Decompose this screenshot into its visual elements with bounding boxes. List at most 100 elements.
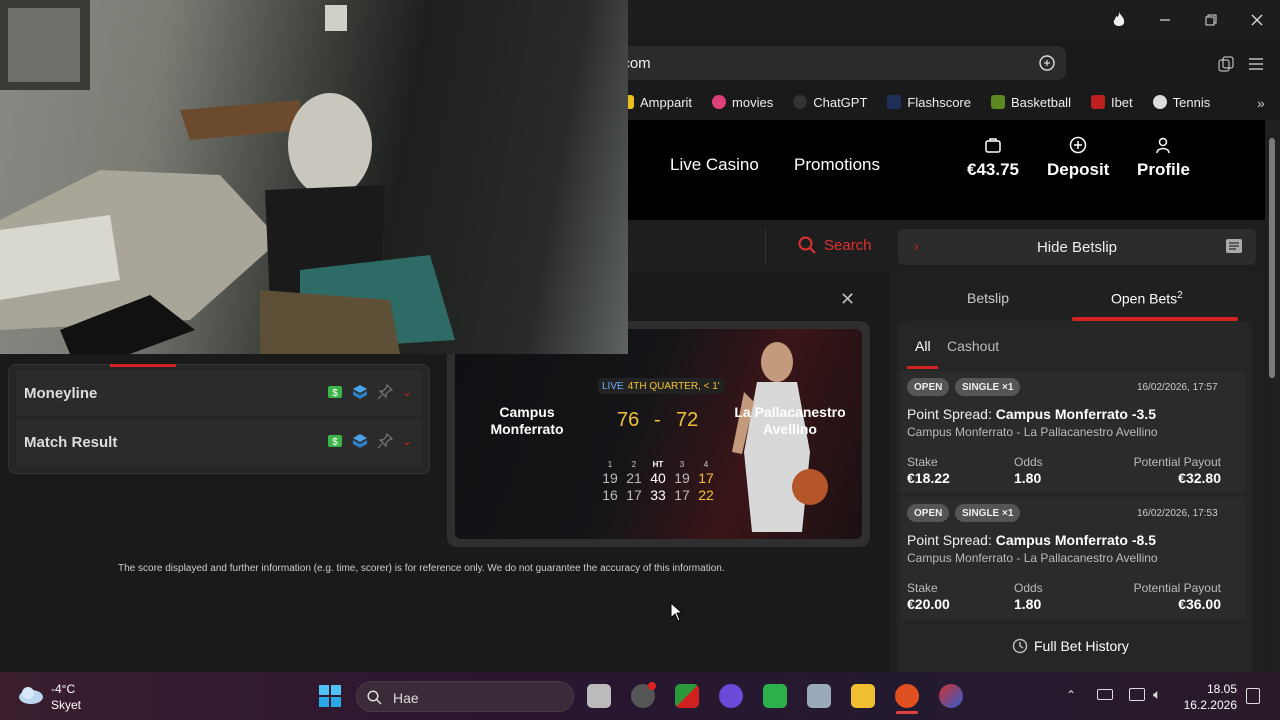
- cashout-icon: $: [327, 435, 342, 448]
- bookmark-tennis[interactable]: Tennis: [1152, 95, 1210, 110]
- deposit-label: Deposit: [1047, 160, 1110, 179]
- odds-label: Odds: [1014, 581, 1043, 595]
- app-icon[interactable]: [675, 684, 699, 708]
- home-period-score: 40: [650, 470, 666, 486]
- keyboard-icon[interactable]: [1097, 689, 1113, 700]
- bookmark-label: movies: [732, 94, 774, 110]
- nav-promotions[interactable]: Promotions: [794, 155, 880, 175]
- minimize-icon[interactable]: [1153, 8, 1177, 32]
- bookmark-flashscore[interactable]: Flashscore: [887, 95, 971, 110]
- stake-value: €20.00: [907, 596, 950, 612]
- bet-title: Point Spread: Campus Monferrato -3.5: [907, 406, 1156, 422]
- ai-chat-icon[interactable]: [1038, 54, 1056, 77]
- address-bar[interactable]: [600, 46, 1066, 80]
- collections-icon[interactable]: [1218, 56, 1234, 77]
- bookmark-chatgpt[interactable]: ChatGPT: [793, 95, 867, 110]
- filter-cashout[interactable]: Cashout: [947, 338, 999, 354]
- full-bet-history-button[interactable]: Full Bet History: [1012, 638, 1129, 654]
- period-label: 2: [631, 460, 637, 469]
- plus-circle-icon: [1069, 136, 1087, 154]
- profile-button[interactable]: Profile: [1137, 136, 1190, 180]
- balance-button[interactable]: €43.75: [967, 136, 1019, 180]
- flashscore-icon: [887, 95, 902, 109]
- full-bet-history-label: Full Bet History: [1034, 638, 1129, 654]
- volume-icon[interactable]: 🔈︎: [1153, 686, 1161, 703]
- home-period-score: 21: [626, 470, 642, 486]
- close-window-icon[interactable]: [1245, 8, 1269, 32]
- wallet-icon: [985, 138, 1001, 153]
- menu-icon[interactable]: [1249, 57, 1263, 75]
- pin-icon[interactable]: [377, 384, 393, 400]
- bookmark-movies[interactable]: movies: [712, 95, 773, 110]
- hide-betslip-button[interactable]: › Hide Betslip: [898, 229, 1256, 265]
- market-row-match-result[interactable]: Match Result $ ⌄: [16, 419, 422, 465]
- taskbar-search[interactable]: Hae: [356, 681, 574, 712]
- bookmark-ibet[interactable]: Ibet: [1090, 94, 1133, 110]
- active-filter-indicator: [907, 366, 938, 369]
- pin-icon[interactable]: [377, 433, 393, 449]
- away-period-score: 22: [698, 487, 714, 503]
- live-status-tag: LIVE 4TH QUARTER, < 1': [598, 378, 724, 394]
- duckduckgo-icon[interactable]: [895, 684, 919, 708]
- bet-event: Campus Monferrato - La Pallacanestro Ave…: [907, 551, 1158, 565]
- system-clock[interactable]: 18.05 16.2.2026: [1184, 681, 1237, 713]
- stake-label: Stake: [907, 455, 938, 469]
- bookmark-label: Flashscore: [907, 94, 971, 110]
- bookmark-basketball[interactable]: Basketball: [990, 95, 1071, 110]
- bookmark-label: Ibet: [1110, 94, 1133, 110]
- period-label: 3: [679, 460, 685, 469]
- notifications-icon[interactable]: [1246, 688, 1260, 704]
- odds-value: 1.80: [1014, 470, 1042, 486]
- media-app-icon[interactable]: [719, 684, 743, 708]
- bet-builder-icon: [352, 385, 367, 399]
- home-score: 76: [617, 409, 640, 431]
- flame-icon[interactable]: [1107, 8, 1131, 32]
- windows-start-icon[interactable]: [318, 684, 342, 708]
- tab-open-bets-label: Open Bets: [1111, 290, 1178, 307]
- status-badge: OPEN: [907, 504, 950, 522]
- bookmark-ampparit[interactable]: Ampparit: [620, 95, 692, 110]
- weather-cloud-icon[interactable]: [17, 684, 45, 706]
- market-label: Moneyline: [24, 385, 98, 402]
- filter-all[interactable]: All: [915, 338, 931, 354]
- svg-text:$: $: [332, 437, 338, 448]
- task-view-icon[interactable]: [587, 684, 611, 708]
- bet-type-badge: SINGLE ×1: [955, 378, 1021, 396]
- search-button[interactable]: Search: [798, 236, 872, 254]
- market-row-moneyline[interactable]: Moneyline $ ⌄: [16, 370, 422, 416]
- history-icon: [1012, 638, 1028, 654]
- bet-title: Point Spread: Campus Monferrato -8.5: [907, 532, 1156, 548]
- chevron-right-double-icon[interactable]: »: [1257, 95, 1265, 111]
- tab-open-bets[interactable]: Open Bets2: [1111, 290, 1183, 307]
- game-status: 4TH QUARTER, < 1': [627, 380, 720, 392]
- away-period-score: 16: [602, 487, 618, 503]
- browser-app-icon[interactable]: [939, 684, 963, 708]
- bookmark-label: ChatGPT: [813, 94, 868, 110]
- payout-value: €36.00: [1178, 596, 1221, 612]
- clock-date: 16.2.2026: [1183, 698, 1237, 712]
- period-label: 1: [607, 460, 613, 469]
- chevron-down-icon[interactable]: ⌄: [402, 434, 412, 448]
- network-icon[interactable]: [1129, 688, 1145, 701]
- tab-betslip[interactable]: Betslip: [967, 290, 1009, 306]
- scrollbar-thumb[interactable]: [1269, 138, 1275, 378]
- payout-value: €32.80: [1178, 470, 1221, 486]
- file-explorer-icon[interactable]: [851, 684, 875, 708]
- search-label: Search: [824, 236, 872, 254]
- restore-icon[interactable]: [1199, 8, 1223, 32]
- search-icon: [798, 236, 816, 254]
- chevron-up-icon[interactable]: ⌃: [1066, 688, 1076, 702]
- away-period-score: 33: [650, 487, 666, 503]
- balance-value: €43.75: [967, 160, 1019, 179]
- deposit-button[interactable]: Deposit: [1047, 136, 1109, 180]
- payout-label: Potential Payout: [1133, 581, 1221, 595]
- chevron-down-icon[interactable]: ⌄: [402, 385, 412, 399]
- close-icon[interactable]: ✕: [840, 289, 855, 310]
- home-period-score: 17: [698, 470, 714, 486]
- market-label: Match Result: [24, 434, 118, 451]
- sheets-icon[interactable]: [763, 684, 787, 708]
- weather-widget[interactable]: -4°C Skyet: [51, 681, 81, 713]
- clock-time: 18.05: [1206, 682, 1237, 696]
- calculator-icon[interactable]: [807, 684, 831, 708]
- nav-live-casino[interactable]: Live Casino: [670, 155, 759, 175]
